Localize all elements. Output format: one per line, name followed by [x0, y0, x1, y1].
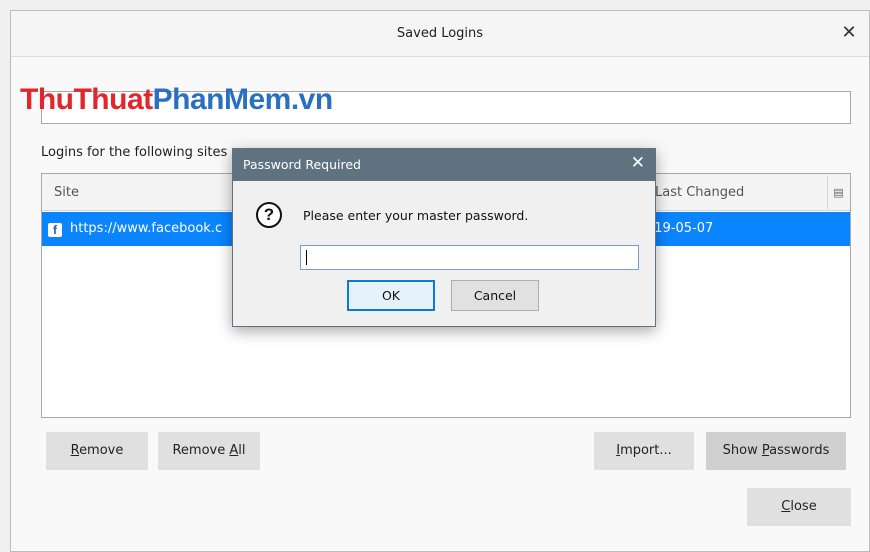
remove-all-button[interactable]: Remove All — [158, 432, 260, 470]
ok-button[interactable]: OK — [347, 280, 435, 311]
show-passwords-label-pre: Show — [722, 443, 762, 458]
remove-all-accesskey: A — [229, 443, 239, 458]
remove-all-label-post: ll — [238, 443, 246, 458]
logins-intro-text: Logins for the following sites — [41, 145, 228, 160]
import-label-post: mport... — [620, 443, 672, 458]
master-password-input[interactable] — [300, 245, 639, 270]
close-accesskey: C — [781, 499, 791, 514]
close-label-post: lose — [790, 499, 817, 514]
facebook-icon: f — [48, 223, 62, 237]
password-required-dialog: Password Required ✕ ? Please enter your … — [232, 148, 656, 327]
dialog-close-icon[interactable]: ✕ — [631, 153, 645, 173]
watermark-part2: PhanMem.vn — [152, 83, 334, 116]
show-passwords-button[interactable]: Show Passwords — [706, 432, 846, 470]
watermark-part1: ThuThuat — [20, 83, 153, 116]
close-button[interactable]: Close — [747, 488, 851, 526]
dialog-titlebar: Password Required ✕ — [233, 149, 655, 181]
column-header-site[interactable]: Site — [54, 185, 79, 200]
row-site: https://www.facebook.c — [70, 221, 223, 236]
window-title: Saved Logins — [396, 26, 484, 41]
window-close-icon[interactable]: ✕ — [837, 21, 861, 45]
question-icon: ? — [256, 202, 282, 228]
column-picker-icon[interactable]: ▤ — [827, 176, 849, 209]
dialog-message: Please enter your master password. — [303, 208, 529, 223]
cancel-button[interactable]: Cancel — [451, 280, 539, 311]
watermark-logo: ThuThuatPhanMem.vn — [20, 83, 333, 117]
import-button[interactable]: Import... — [594, 432, 694, 470]
show-passwords-label-post: asswords — [769, 443, 830, 458]
remove-button[interactable]: Remove — [46, 432, 148, 470]
text-caret — [306, 250, 307, 265]
window-titlebar: Saved Logins ✕ — [11, 11, 869, 57]
remove-accesskey: R — [70, 443, 80, 458]
column-header-last-changed[interactable]: Last Changed — [655, 185, 744, 200]
dialog-title: Password Required — [243, 157, 361, 172]
remove-all-label-pre: Remove — [172, 443, 230, 458]
remove-label-post: emove — [79, 443, 124, 458]
row-last-changed: 019-05-07 — [646, 221, 714, 236]
